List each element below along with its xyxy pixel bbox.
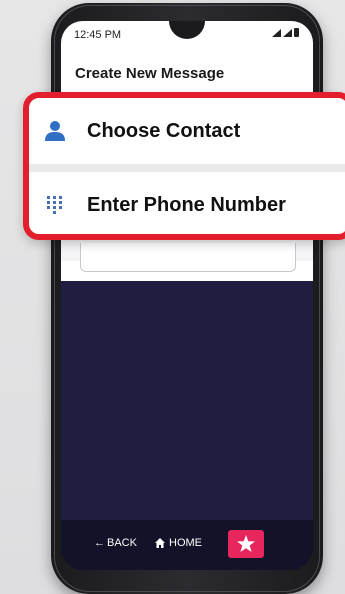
back-button[interactable]: ← BACK	[94, 537, 137, 549]
signal-icon	[283, 28, 292, 37]
back-arrow-icon: ←	[94, 537, 105, 549]
battery-icon	[294, 28, 299, 37]
menu-item-enter-phone-number[interactable]: Enter Phone Number	[29, 172, 345, 234]
menu-item-choose-contact[interactable]: Choose Contact	[29, 98, 345, 164]
status-icons	[272, 28, 299, 37]
status-time: 12:45 PM	[74, 29, 122, 41]
star-icon	[237, 535, 255, 552]
home-icon	[155, 538, 165, 548]
menu-item-label: Choose Contact	[87, 119, 241, 142]
back-label: BACK	[107, 537, 137, 549]
star-button[interactable]	[228, 530, 264, 558]
person-icon	[43, 119, 67, 143]
bottom-nav-bar: ← BACK HOME	[61, 520, 313, 570]
home-label: HOME	[169, 537, 202, 549]
menu-item-label: Enter Phone Number	[87, 193, 286, 216]
wifi-icon	[272, 28, 281, 37]
message-input-field[interactable]	[80, 243, 296, 272]
dialpad-icon	[43, 193, 67, 217]
menu-divider	[29, 164, 345, 172]
page-title: Create New Message	[75, 65, 225, 82]
home-button[interactable]: HOME	[155, 537, 202, 549]
zoomed-menu-callout: Choose Contact Enter Phone Number	[23, 92, 345, 240]
